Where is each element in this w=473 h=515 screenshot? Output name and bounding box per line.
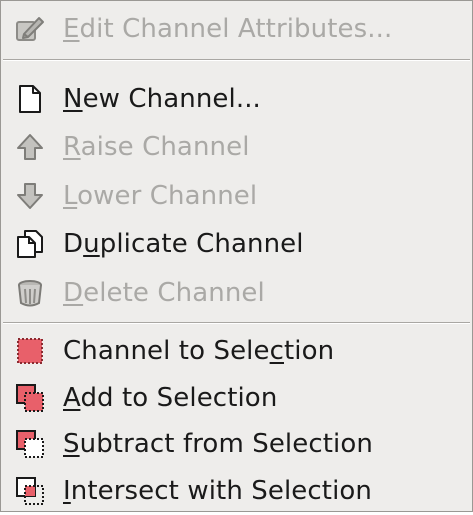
pencil-edit-icon <box>14 13 46 45</box>
menu-item-subtract-from-selection[interactable]: Subtract from Selection <box>1 419 471 468</box>
menu-item-channel-to-selection[interactable]: Channel to Selection <box>1 326 471 375</box>
arrow-down-icon <box>14 180 46 212</box>
menu-label-mnemonic: A <box>63 382 81 413</box>
add-to-selection-icon <box>14 382 46 414</box>
menu-item-intersect-with-selection[interactable]: Intersect with Selection <box>1 466 471 515</box>
menu-item-delete-channel[interactable]: Delete Channel <box>1 268 471 317</box>
menu-label-post: ower Channel <box>77 180 258 211</box>
menu-label-post: ubtract from Selection <box>79 428 373 459</box>
trash-icon <box>14 277 46 309</box>
menu-item-edit-channel-attributes[interactable]: Edit Channel Attributes... <box>1 4 471 53</box>
menu-separator <box>3 322 470 324</box>
menu-label-post: tion <box>284 335 335 366</box>
channels-context-menu: Edit Channel Attributes... New Channel..… <box>0 0 473 512</box>
intersect-with-selection-icon <box>14 475 46 507</box>
menu-separator <box>3 59 470 61</box>
channel-to-selection-icon <box>14 335 46 367</box>
menu-label-post: elete Channel <box>83 277 265 308</box>
menu-label-post: aise Channel <box>80 131 250 162</box>
menu-label-mnemonic: R <box>63 131 81 162</box>
menu-label-post: ntersect with Selection <box>70 475 372 506</box>
menu-label-post: dit Channel Attributes... <box>79 13 393 44</box>
menu-label-pre: D <box>63 228 84 259</box>
menu-item-raise-channel[interactable]: Raise Channel <box>1 122 471 171</box>
menu-item-add-to-selection[interactable]: Add to Selection <box>1 373 471 422</box>
menu-label-mnemonic: N <box>63 83 83 114</box>
menu-label-mnemonic: L <box>63 180 78 211</box>
menu-label-mnemonic: D <box>63 277 84 308</box>
duplicate-icon <box>14 228 46 260</box>
menu-item-lower-channel[interactable]: Lower Channel <box>1 171 471 220</box>
menu-label-mnemonic: I <box>63 475 71 506</box>
menu-label-post: plicate Channel <box>99 228 304 259</box>
menu-label-pre: Channel to Sele <box>63 335 270 366</box>
menu-label-post: dd to Selection <box>80 382 278 413</box>
menu-label-post: ew Channel... <box>82 83 261 114</box>
menu-label-mnemonic: c <box>269 335 284 366</box>
menu-label-mnemonic: u <box>83 228 100 259</box>
menu-item-duplicate-channel[interactable]: Duplicate Channel <box>1 219 471 268</box>
menu-label-mnemonic: E <box>63 13 80 44</box>
subtract-from-selection-icon <box>14 428 46 460</box>
new-page-icon <box>14 83 46 115</box>
menu-item-new-channel[interactable]: New Channel... <box>1 74 471 123</box>
menu-label-mnemonic: S <box>63 428 80 459</box>
arrow-up-icon <box>14 131 46 163</box>
